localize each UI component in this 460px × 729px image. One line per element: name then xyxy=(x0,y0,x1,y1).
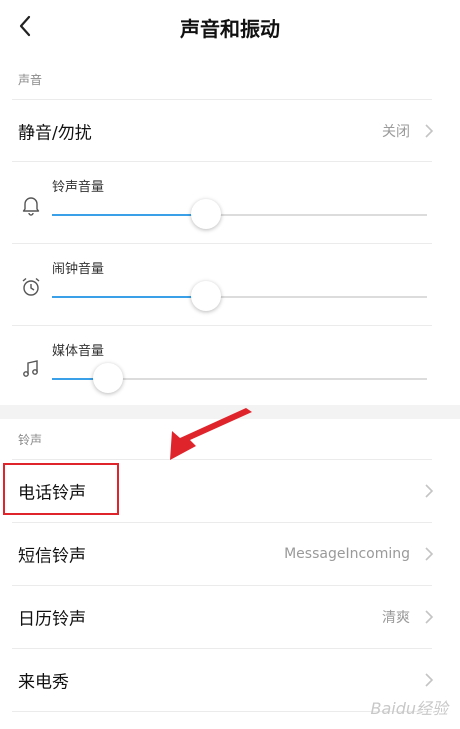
divider xyxy=(12,711,432,712)
chevron-right-icon xyxy=(425,610,434,624)
silent-dnd-value: 关闭 xyxy=(382,124,410,140)
calendar-ringtone-row[interactable]: 日历铃声 清爽 xyxy=(0,587,460,647)
divider xyxy=(12,99,432,100)
page-title: 声音和振动 xyxy=(180,17,280,41)
divider xyxy=(12,459,432,460)
ringtone-volume-label: 铃声音量 xyxy=(52,180,105,195)
caller-show-label: 来电秀 xyxy=(18,672,69,693)
alarm-clock-icon xyxy=(22,277,40,296)
section-label-sound: 声音 xyxy=(18,73,43,87)
chevron-right-icon xyxy=(425,124,434,138)
ringtone-volume-slider[interactable] xyxy=(52,199,427,229)
alarm-volume-fill xyxy=(52,296,206,298)
music-note-icon xyxy=(23,360,38,377)
volume-row-ringtone: 铃声音量 xyxy=(0,162,460,242)
divider xyxy=(12,648,432,649)
watermark-logo: Baidu经验 xyxy=(370,699,448,718)
sms-ringtone-value: MessageIncoming xyxy=(284,546,410,562)
section-label-ringtone: 铃声 xyxy=(18,433,43,447)
silent-dnd-row[interactable]: 静音/勿扰 关闭 xyxy=(0,101,460,161)
chevron-right-icon xyxy=(425,547,434,561)
section-gap xyxy=(0,405,460,419)
divider xyxy=(12,522,432,523)
alarm-volume-thumb[interactable] xyxy=(190,281,221,311)
alarm-volume-label: 闹钟音量 xyxy=(52,262,105,277)
alarm-volume-slider[interactable] xyxy=(52,281,427,311)
media-volume-thumb[interactable] xyxy=(93,363,124,393)
sms-ringtone-label: 短信铃声 xyxy=(18,546,86,567)
media-volume-slider[interactable] xyxy=(52,363,427,393)
ringtone-volume-fill xyxy=(52,214,206,216)
bell-icon xyxy=(22,197,40,216)
top-bar: 声音和振动 xyxy=(0,0,460,52)
silent-dnd-label: 静音/勿扰 xyxy=(18,123,92,144)
chevron-right-icon xyxy=(425,673,434,687)
highlight-box xyxy=(3,463,119,515)
divider xyxy=(12,585,432,586)
calendar-ringtone-value: 清爽 xyxy=(382,610,410,626)
chevron-right-icon xyxy=(425,484,434,498)
sms-ringtone-row[interactable]: 短信铃声 MessageIncoming xyxy=(0,524,460,584)
calendar-ringtone-label: 日历铃声 xyxy=(18,609,86,630)
media-volume-label: 媒体音量 xyxy=(52,344,105,359)
volume-row-alarm: 闹钟音量 xyxy=(0,244,460,324)
volume-row-media: 媒体音量 xyxy=(0,326,460,406)
ringtone-volume-thumb[interactable] xyxy=(190,199,221,229)
